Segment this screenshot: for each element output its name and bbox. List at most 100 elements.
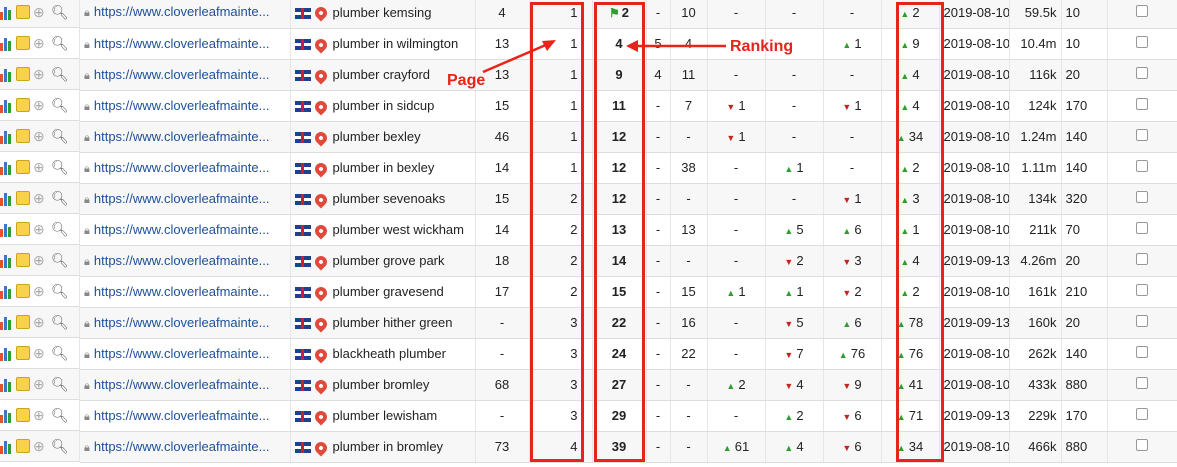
add-tag-icon[interactable]: ⊕ <box>33 97 48 113</box>
row-checkbox[interactable] <box>1136 4 1148 17</box>
page-url-link[interactable]: https://www.cloverleafmainte... <box>94 377 270 392</box>
sticky-note-icon[interactable] <box>16 36 30 50</box>
bar-chart-icon[interactable] <box>0 346 13 361</box>
table-row[interactable]: ⊕ 🔍︎ 🔒︎ https://www.cloverleafmainte... p… <box>0 90 1177 122</box>
search-icon[interactable]: 🔍︎ <box>51 4 69 20</box>
table-row[interactable]: ⊕ 🔍︎ 🔒︎ https://www.cloverleafmainte... p… <box>0 400 1177 432</box>
row-checkbox[interactable] <box>1136 36 1148 48</box>
bar-chart-icon[interactable] <box>0 36 13 51</box>
sticky-note-icon[interactable] <box>16 284 30 298</box>
row-checkbox[interactable] <box>1136 253 1148 265</box>
sticky-note-icon[interactable] <box>16 439 30 453</box>
row-checkbox[interactable] <box>1136 160 1148 172</box>
search-icon[interactable]: 🔍︎ <box>51 283 69 299</box>
add-tag-icon[interactable]: ⊕ <box>33 407 48 423</box>
page-url-link[interactable]: https://www.cloverleafmainte... <box>94 408 270 423</box>
bar-chart-icon[interactable] <box>0 377 13 392</box>
add-tag-icon[interactable]: ⊕ <box>33 128 48 144</box>
row-checkbox[interactable] <box>1136 67 1148 79</box>
add-tag-icon[interactable]: ⊕ <box>33 376 48 392</box>
page-url-link[interactable]: https://www.cloverleafmainte... <box>94 67 270 82</box>
table-row[interactable]: ⊕ 🔍︎ 🔒︎ https://www.cloverleafmainte... p… <box>0 121 1177 153</box>
bar-chart-icon[interactable] <box>0 160 13 175</box>
sticky-note-icon[interactable] <box>16 377 30 391</box>
sticky-note-icon[interactable] <box>16 160 30 174</box>
page-url-link[interactable]: https://www.cloverleafmainte... <box>94 98 270 113</box>
table-row[interactable]: ⊕ 🔍︎ 🔒︎ https://www.cloverleafmainte... p… <box>0 369 1177 401</box>
add-tag-icon[interactable]: ⊕ <box>33 159 48 175</box>
table-row[interactable]: ⊕ 🔍︎ 🔒︎ https://www.cloverleafmainte... p… <box>0 245 1177 277</box>
table-row[interactable]: ⊕ 🔍︎ 🔒︎ https://www.cloverleafmainte... p… <box>0 28 1177 60</box>
row-checkbox[interactable] <box>1136 408 1148 420</box>
row-checkbox[interactable] <box>1136 191 1148 203</box>
bar-chart-icon[interactable] <box>0 98 13 113</box>
search-icon[interactable]: 🔍︎ <box>51 190 69 206</box>
row-checkbox[interactable] <box>1136 346 1148 358</box>
sticky-note-icon[interactable] <box>16 346 30 360</box>
search-icon[interactable]: 🔍︎ <box>51 128 69 144</box>
add-tag-icon[interactable]: ⊕ <box>33 283 48 299</box>
search-icon[interactable]: 🔍︎ <box>51 159 69 175</box>
row-checkbox[interactable] <box>1136 439 1148 451</box>
table-row[interactable]: ⊕ 🔍︎ 🔒︎ https://www.cloverleafmainte... p… <box>0 0 1177 29</box>
add-tag-icon[interactable]: ⊕ <box>33 190 48 206</box>
page-url-link[interactable]: https://www.cloverleafmainte... <box>94 346 270 361</box>
search-icon[interactable]: 🔍︎ <box>51 35 69 51</box>
add-tag-icon[interactable]: ⊕ <box>33 66 48 82</box>
add-tag-icon[interactable]: ⊕ <box>33 4 48 20</box>
search-icon[interactable]: 🔍︎ <box>51 221 69 237</box>
bar-chart-icon[interactable] <box>0 191 13 206</box>
page-url-link[interactable]: https://www.cloverleafmainte... <box>94 129 270 144</box>
add-tag-icon[interactable]: ⊕ <box>33 314 48 330</box>
search-icon[interactable]: 🔍︎ <box>51 252 69 268</box>
sticky-note-icon[interactable] <box>16 191 30 205</box>
bar-chart-icon[interactable] <box>0 67 13 82</box>
add-tag-icon[interactable]: ⊕ <box>33 345 48 361</box>
bar-chart-icon[interactable] <box>0 222 13 237</box>
add-tag-icon[interactable]: ⊕ <box>33 252 48 268</box>
page-url-link[interactable]: https://www.cloverleafmainte... <box>94 160 270 175</box>
table-row[interactable]: ⊕ 🔍︎ 🔒︎ https://www.cloverleafmainte... p… <box>0 276 1177 308</box>
row-checkbox[interactable] <box>1136 98 1148 110</box>
bar-chart-icon[interactable] <box>0 315 13 330</box>
table-row[interactable]: ⊕ 🔍︎ 🔒︎ https://www.cloverleafmainte... p… <box>0 307 1177 339</box>
add-tag-icon[interactable]: ⊕ <box>33 35 48 51</box>
search-icon[interactable]: 🔍︎ <box>51 97 69 113</box>
search-icon[interactable]: 🔍︎ <box>51 376 69 392</box>
table-row[interactable]: ⊕ 🔍︎ 🔒︎ https://www.cloverleafmainte... p… <box>0 214 1177 246</box>
sticky-note-icon[interactable] <box>16 129 30 143</box>
page-url-link[interactable]: https://www.cloverleafmainte... <box>94 222 270 237</box>
sticky-note-icon[interactable] <box>16 67 30 81</box>
page-url-link[interactable]: https://www.cloverleafmainte... <box>94 284 270 299</box>
row-checkbox[interactable] <box>1136 222 1148 234</box>
page-url-link[interactable]: https://www.cloverleafmainte... <box>94 36 270 51</box>
add-tag-icon[interactable]: ⊕ <box>33 221 48 237</box>
page-url-link[interactable]: https://www.cloverleafmainte... <box>94 253 270 268</box>
bar-chart-icon[interactable] <box>0 5 13 20</box>
search-icon[interactable]: 🔍︎ <box>51 345 69 361</box>
page-url-link[interactable]: https://www.cloverleafmainte... <box>94 315 270 330</box>
bar-chart-icon[interactable] <box>0 129 13 144</box>
search-icon[interactable]: 🔍︎ <box>51 66 69 82</box>
bar-chart-icon[interactable] <box>0 253 13 268</box>
row-checkbox[interactable] <box>1136 284 1148 296</box>
search-icon[interactable]: 🔍︎ <box>51 438 69 454</box>
sticky-note-icon[interactable] <box>16 98 30 112</box>
search-icon[interactable]: 🔍︎ <box>51 407 69 423</box>
sticky-note-icon[interactable] <box>16 222 30 236</box>
add-tag-icon[interactable]: ⊕ <box>33 438 48 454</box>
page-url-link[interactable]: https://www.cloverleafmainte... <box>94 4 270 19</box>
bar-chart-icon[interactable] <box>0 408 13 423</box>
table-row[interactable]: ⊕ 🔍︎ 🔒︎ https://www.cloverleafmainte... p… <box>0 59 1177 91</box>
search-icon[interactable]: 🔍︎ <box>51 314 69 330</box>
sticky-note-icon[interactable] <box>16 315 30 329</box>
page-url-link[interactable]: https://www.cloverleafmainte... <box>94 439 270 454</box>
row-checkbox[interactable] <box>1136 129 1148 141</box>
page-url-link[interactable]: https://www.cloverleafmainte... <box>94 191 270 206</box>
row-checkbox[interactable] <box>1136 377 1148 389</box>
sticky-note-icon[interactable] <box>16 5 30 19</box>
sticky-note-icon[interactable] <box>16 253 30 267</box>
row-checkbox[interactable] <box>1136 315 1148 327</box>
table-row[interactable]: ⊕ 🔍︎ 🔒︎ https://www.cloverleafmainte... p… <box>0 183 1177 215</box>
table-row[interactable]: ⊕ 🔍︎ 🔒︎ https://www.cloverleafmainte... p… <box>0 152 1177 184</box>
